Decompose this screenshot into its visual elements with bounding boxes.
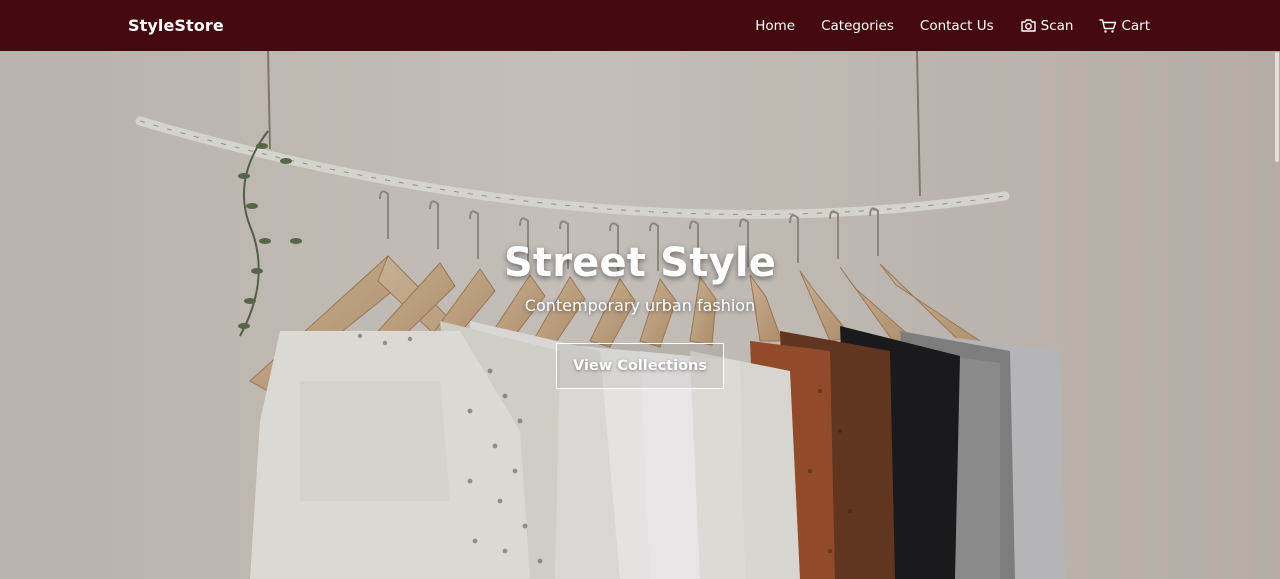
nav-link-categories[interactable]: Categories (821, 18, 894, 34)
nav-link-scan-label: Scan (1040, 17, 1074, 34)
nav-links: Home Categories Contact Us Scan Cart (755, 0, 1150, 51)
nav-link-cart-label: Cart (1121, 17, 1150, 34)
cart-icon (1099, 18, 1117, 34)
brand-logo[interactable]: StyleStore (128, 0, 224, 51)
camera-icon (1020, 18, 1037, 33)
hero-banner: Street Style Contemporary urban fashion … (0, 51, 1280, 579)
view-collections-button[interactable]: View Collections (556, 343, 724, 389)
hero-content: Street Style Contemporary urban fashion … (0, 238, 1280, 389)
nav-link-contact[interactable]: Contact Us (920, 18, 994, 34)
top-navbar: StyleStore Home Categories Contact Us Sc… (0, 0, 1280, 51)
nav-link-categories-label: Categories (821, 17, 894, 34)
hero-subtitle: Contemporary urban fashion (524, 296, 756, 315)
hero-title: Street Style (503, 240, 777, 286)
nav-link-cart[interactable]: Cart (1099, 18, 1150, 34)
nav-link-home[interactable]: Home (755, 18, 795, 34)
nav-link-contact-label: Contact Us (919, 17, 994, 34)
page-scrollbar[interactable] (1275, 52, 1279, 162)
nav-link-scan[interactable]: Scan (1020, 17, 1074, 34)
nav-link-home-label: Home (755, 17, 796, 34)
